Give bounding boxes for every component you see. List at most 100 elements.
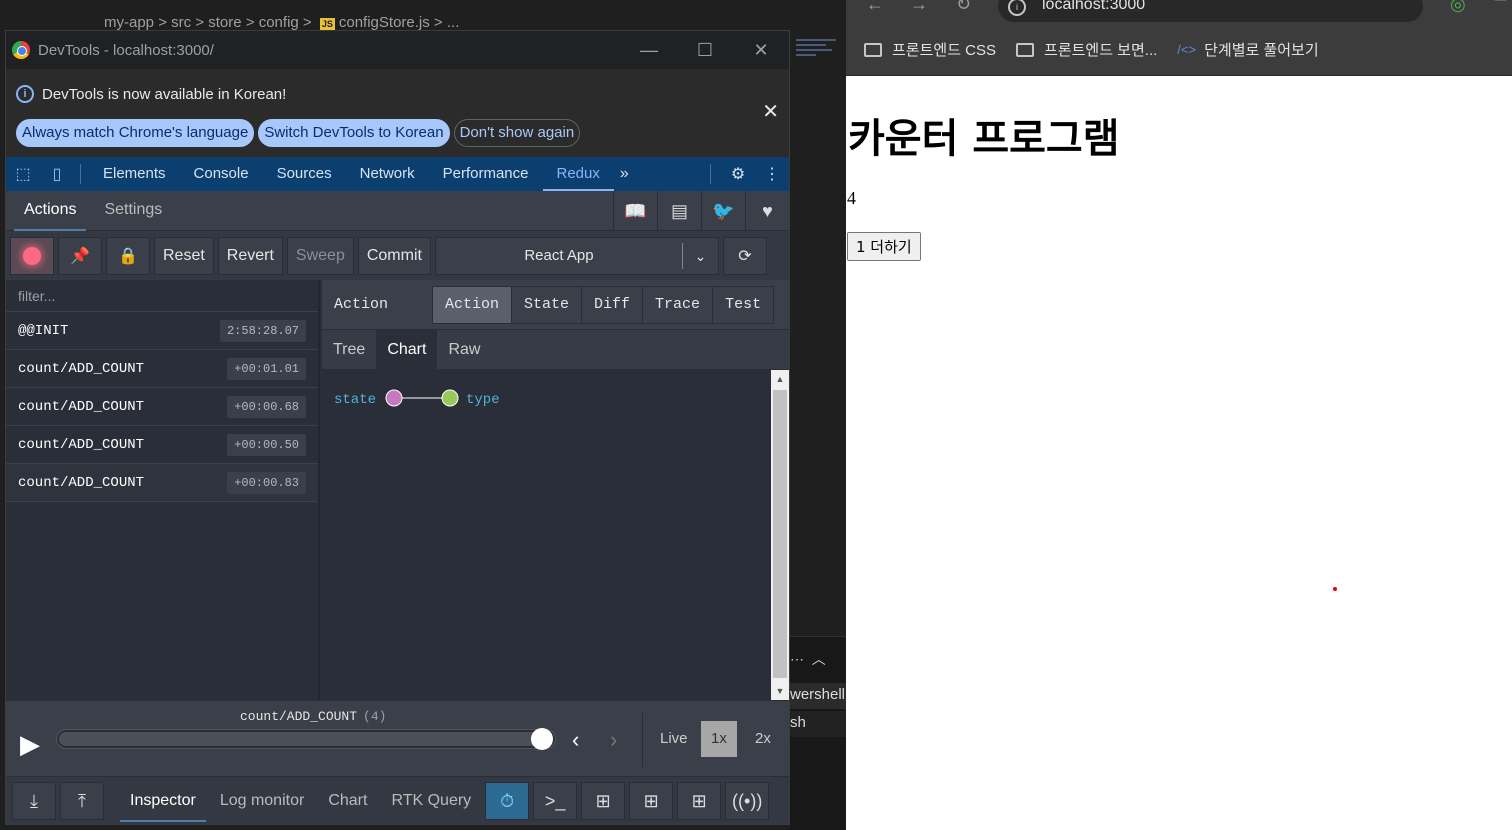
speed-live[interactable]: Live bbox=[650, 721, 698, 757]
bookmark-link[interactable]: /<> 단계별로 풀어보기 bbox=[1177, 39, 1318, 60]
breadcrumb-item[interactable]: my-app bbox=[104, 14, 154, 31]
tab-inspector[interactable]: Inspector bbox=[120, 780, 206, 822]
minimap[interactable] bbox=[796, 36, 842, 76]
breadcrumb-item[interactable]: configStore.js bbox=[339, 14, 430, 31]
slider-knob[interactable] bbox=[531, 728, 553, 750]
instance-select[interactable]: React App ⌄ bbox=[434, 236, 719, 275]
pin-button[interactable]: 📌 bbox=[58, 236, 102, 275]
twitter-icon[interactable]: 🐦 bbox=[701, 190, 745, 231]
subtab-chart[interactable]: Chart bbox=[376, 330, 438, 369]
more-tabs-icon[interactable]: » bbox=[614, 165, 635, 183]
terminal-item[interactable]: wershell bbox=[790, 683, 846, 709]
speed-2x[interactable]: 2x bbox=[745, 721, 781, 757]
address-bar[interactable]: i localhost:3000 ▭ ⊡ ★ bbox=[998, 0, 1508, 22]
list-item[interactable]: @@INIT 2:58:28.07 bbox=[6, 312, 318, 350]
terminal-button[interactable]: >_ bbox=[533, 781, 578, 820]
list-item[interactable]: count/ADD_COUNT +00:00.68 bbox=[6, 388, 318, 426]
segment-trace[interactable]: Trace bbox=[642, 286, 713, 323]
action-time: +00:00.50 bbox=[227, 433, 306, 456]
chart-node[interactable] bbox=[441, 389, 459, 407]
export-button[interactable]: ⤒ bbox=[60, 781, 104, 820]
forward-icon[interactable]: → bbox=[910, 0, 928, 15]
tab-sources[interactable]: Sources bbox=[263, 157, 346, 191]
minimize-icon[interactable]: — bbox=[621, 40, 677, 61]
subtab-tree[interactable]: Tree bbox=[322, 330, 376, 369]
kebab-menu-icon[interactable]: ⋮ bbox=[755, 164, 789, 184]
play-icon[interactable]: ▶ bbox=[20, 729, 40, 760]
subtab-raw[interactable]: Raw bbox=[437, 330, 491, 369]
slider-track[interactable] bbox=[56, 728, 556, 750]
scroll-up-icon[interactable]: ▲ bbox=[771, 370, 789, 388]
dont-show-again-button[interactable]: Don't show again bbox=[453, 119, 581, 147]
list-item[interactable]: count/ADD_COUNT +00:00.83 bbox=[6, 464, 318, 502]
bookmark-folder[interactable]: 프론트엔드 CSS bbox=[864, 39, 996, 60]
tab-redux[interactable]: Redux bbox=[542, 157, 614, 191]
segment-state[interactable]: State bbox=[511, 286, 582, 323]
site-info-icon[interactable]: i bbox=[1008, 0, 1026, 16]
sweep-button[interactable]: Sweep bbox=[286, 236, 354, 275]
tab-network[interactable]: Network bbox=[346, 157, 429, 191]
maximize-icon[interactable]: ☐ bbox=[677, 40, 733, 61]
tab-actions[interactable]: Actions bbox=[14, 191, 87, 231]
chevron-right-icon[interactable]: › bbox=[610, 727, 617, 753]
devtools-tabbar: ⬚ ▯ Elements Console Sources Network Per… bbox=[6, 157, 789, 191]
import-button[interactable]: ⤓ bbox=[12, 781, 56, 820]
book-icon[interactable]: 📖 bbox=[613, 190, 657, 231]
breadcrumb-item[interactable]: src bbox=[171, 14, 191, 31]
sync-button[interactable]: ⟳ bbox=[722, 236, 767, 275]
device-toolbar-icon[interactable]: ▯ bbox=[40, 164, 74, 184]
scroll-down-icon[interactable]: ▼ bbox=[771, 682, 789, 700]
segment-action[interactable]: Action bbox=[433, 286, 512, 323]
list-item[interactable]: count/ADD_COUNT +00:00.50 bbox=[6, 426, 318, 464]
tab-log-monitor[interactable]: Log monitor bbox=[210, 780, 315, 822]
breadcrumb-item[interactable]: ... bbox=[447, 14, 460, 31]
tab-performance[interactable]: Performance bbox=[429, 157, 543, 191]
tab-console[interactable]: Console bbox=[180, 157, 263, 191]
speed-1x[interactable]: 1x bbox=[701, 721, 737, 757]
dock-bottom-button[interactable]: ⊞ bbox=[677, 781, 722, 820]
lock-button[interactable]: 🔒 bbox=[106, 236, 150, 275]
timer-button[interactable]: ⏱ bbox=[485, 781, 530, 820]
record-button[interactable] bbox=[10, 236, 54, 275]
remote-button[interactable]: ((•)) bbox=[725, 781, 770, 820]
action-name: count/ADD_COUNT bbox=[18, 474, 145, 491]
breadcrumb-item[interactable]: config bbox=[259, 14, 299, 31]
tab-settings[interactable]: Settings bbox=[94, 191, 172, 231]
revert-button[interactable]: Revert bbox=[217, 236, 283, 275]
heart-icon[interactable]: ♥ bbox=[745, 190, 789, 231]
back-icon[interactable]: ← bbox=[866, 0, 884, 15]
bookmark-folder[interactable]: 프론트엔드 보면... bbox=[1016, 39, 1157, 60]
terminal-item[interactable]: sh bbox=[790, 711, 846, 737]
close-infobar-icon[interactable]: ✕ bbox=[762, 99, 779, 124]
segment-test[interactable]: Test bbox=[712, 286, 774, 323]
action-time: +00:00.68 bbox=[227, 395, 306, 418]
translate-icon[interactable]: ⊡ bbox=[1493, 0, 1508, 5]
lock-icon: 🔒 bbox=[118, 247, 138, 265]
chat-icon[interactable]: ▤ bbox=[657, 190, 701, 231]
list-item[interactable]: count/ADD_COUNT +00:01.01 bbox=[6, 350, 318, 388]
chevron-left-icon[interactable]: ‹ bbox=[572, 727, 579, 753]
extension-icon[interactable]: ◎ bbox=[1450, 0, 1466, 15]
reload-icon[interactable]: ↻ bbox=[956, 0, 971, 15]
tab-elements[interactable]: Elements bbox=[89, 157, 180, 191]
action-time: +00:00.83 bbox=[227, 471, 306, 494]
dock-right-button[interactable]: ⊞ bbox=[629, 781, 674, 820]
panel-controls[interactable]: ⋯ ︿ bbox=[790, 649, 826, 669]
match-language-button[interactable]: Always match Chrome's language bbox=[16, 119, 255, 147]
tab-rtk-query[interactable]: RTK Query bbox=[381, 780, 481, 822]
filter-input[interactable]: filter... bbox=[6, 280, 318, 312]
scrollbar[interactable]: ▲ ▼ bbox=[771, 370, 789, 700]
commit-button[interactable]: Commit bbox=[357, 236, 431, 275]
settings-gear-icon[interactable]: ⚙ bbox=[721, 164, 755, 184]
breadcrumb-item[interactable]: store bbox=[208, 14, 241, 31]
switch-korean-button[interactable]: Switch DevTools to Korean bbox=[258, 119, 450, 147]
chart-node[interactable] bbox=[385, 389, 403, 407]
segment-diff[interactable]: Diff bbox=[581, 286, 643, 323]
add-one-button[interactable]: 1 더하기 bbox=[847, 232, 921, 261]
tab-chart[interactable]: Chart bbox=[318, 780, 377, 822]
reset-button[interactable]: Reset bbox=[154, 236, 214, 275]
close-icon[interactable]: ✕ bbox=[733, 40, 789, 61]
dock-left-button[interactable]: ⊞ bbox=[581, 781, 626, 820]
inspect-element-icon[interactable]: ⬚ bbox=[6, 164, 40, 184]
scroll-thumb[interactable] bbox=[773, 390, 787, 678]
